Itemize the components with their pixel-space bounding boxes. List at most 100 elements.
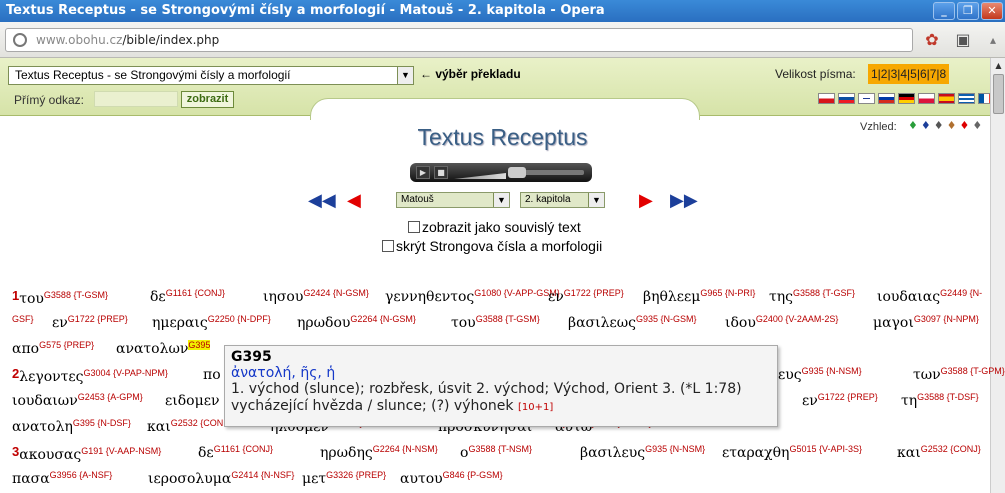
continuous-text-checkbox[interactable]: zobrazit jako souvislý text bbox=[408, 219, 581, 235]
strong-code-link[interactable]: G2264 {N-NSM} bbox=[373, 444, 438, 454]
greek-word-text: απο bbox=[12, 341, 40, 357]
volume-icon[interactable] bbox=[454, 173, 506, 179]
strong-code-link[interactable]: G3588 {T-GSF} bbox=[793, 288, 855, 298]
greek-word-text: ιησου bbox=[263, 289, 304, 305]
strong-code-link[interactable]: G3588 {T-GSM} bbox=[44, 290, 108, 300]
greek-word-text: πασα bbox=[12, 471, 50, 487]
strong-code-link[interactable]: G2532 {CON bbox=[171, 418, 224, 428]
strong-code-link[interactable]: G2414 {N-NSF} bbox=[231, 470, 294, 480]
checkbox-icon[interactable] bbox=[408, 221, 420, 233]
scroll-up-icon[interactable]: ▲ bbox=[991, 58, 1005, 73]
strong-code-link[interactable]: G575 {PREP} bbox=[39, 340, 94, 350]
greek-word: δεG1161 {CONJ} bbox=[150, 288, 225, 305]
strong-code-link[interactable]: G3588 {T-GSM} bbox=[476, 314, 540, 324]
strong-code-link[interactable]: G935 {N-NSM} bbox=[645, 444, 705, 454]
panel-toggle-icon[interactable]: ▴ bbox=[982, 29, 1004, 51]
greek-word: 3ακουσαςG191 {V-AAP-NSM} bbox=[12, 444, 161, 463]
greek-word: τωνG3588 {T-GPM} bbox=[913, 366, 1005, 383]
chevron-down-icon: ▼ bbox=[397, 67, 413, 84]
address-bar[interactable]: www.obohu.cz/bible/index.php bbox=[5, 28, 913, 52]
strong-code-link[interactable]: G846 {P-GSM} bbox=[443, 470, 503, 480]
tooltip-ref: [10+1] bbox=[517, 402, 554, 413]
flag-gb-icon[interactable] bbox=[858, 93, 875, 104]
next-chapter-icon[interactable]: ▶ bbox=[639, 190, 653, 211]
strong-code-link[interactable]: G2532 {CONJ} bbox=[921, 444, 981, 454]
progress-handle[interactable] bbox=[508, 167, 526, 178]
strong-code-link[interactable]: G1080 {V-APP-GSM} bbox=[474, 288, 560, 298]
strong-code-link[interactable]: G1722 {PREP} bbox=[68, 314, 128, 324]
restore-button[interactable]: ❐ bbox=[957, 2, 979, 20]
greek-word-text: αυτου bbox=[400, 471, 443, 487]
verse-line-2: GSF} ενG1722 {PREP} ημεραιςG2250 {N-DPF} ηρ… bbox=[0, 314, 1005, 340]
close-button[interactable]: ✕ bbox=[981, 2, 1003, 20]
greek-word-text: της bbox=[769, 289, 793, 305]
first-chapter-icon[interactable]: ◀◀ bbox=[308, 190, 336, 211]
strong-code-link[interactable]: G3588 {T-DSF} bbox=[917, 392, 979, 402]
language-flags bbox=[818, 93, 995, 104]
font-size-options[interactable]: 1|2|3|4|5|6|7|8 bbox=[868, 64, 950, 84]
strong-code-link[interactable]: G935 {N-GSM} bbox=[636, 314, 697, 324]
flag-ru-icon[interactable] bbox=[878, 93, 895, 104]
last-chapter-icon[interactable]: ▶▶ bbox=[670, 190, 698, 211]
strong-code-link[interactable]: G395 bbox=[188, 340, 211, 350]
strong-code-link[interactable]: G5015 {V-API-3S} bbox=[789, 444, 862, 454]
greek-word-text: και bbox=[147, 419, 171, 435]
strong-code-link[interactable]: G395 {N-DSF} bbox=[73, 418, 131, 428]
show-button[interactable]: zobrazit bbox=[181, 91, 234, 108]
chevron-down-icon: ▼ bbox=[493, 193, 509, 207]
strong-code-link[interactable]: G3588 {T-NSM} bbox=[468, 444, 532, 454]
speed-dial-icon[interactable]: ▣ bbox=[952, 29, 974, 51]
strong-code-link[interactable]: G935 {N-NSM} bbox=[802, 366, 862, 376]
strong-code-link[interactable]: G3588 {T-GPM} bbox=[941, 366, 1005, 376]
greek-word: ιουδαιαςG2449 {N- bbox=[877, 288, 982, 305]
strong-code-link[interactable]: GSF} bbox=[12, 314, 34, 324]
greek-word: βασιλεωςG935 {N-GSM} bbox=[568, 314, 697, 331]
minimize-button[interactable]: _ bbox=[933, 2, 955, 20]
greek-word-text: ακουσας bbox=[19, 447, 82, 463]
strong-code-link[interactable]: G1722 {PREP} bbox=[818, 392, 878, 402]
opera-menu-icon[interactable]: ✿ bbox=[921, 29, 943, 51]
strong-code-link[interactable]: G2250 {N-DPF} bbox=[208, 314, 271, 324]
strong-code-link[interactable]: G3097 {N-NPM} bbox=[914, 314, 979, 324]
flag-es-icon[interactable] bbox=[938, 93, 955, 104]
strong-code-link[interactable]: G3956 {A-NSF} bbox=[50, 470, 113, 480]
chapter-select[interactable]: 2. kapitola ▼ bbox=[520, 192, 605, 208]
checkbox-icon[interactable] bbox=[382, 240, 394, 252]
flag-cz-icon[interactable] bbox=[818, 93, 835, 104]
prev-chapter-icon[interactable]: ◀ bbox=[347, 190, 361, 211]
strong-code-link[interactable]: G1161 {CONJ} bbox=[166, 288, 225, 298]
translation-select[interactable]: Textus Receptus - se Strongovými čísly a… bbox=[8, 66, 414, 85]
strong-code-link[interactable]: G2264 {N-GSM} bbox=[350, 314, 416, 324]
chevron-down-icon: ▼ bbox=[588, 193, 604, 207]
direct-link-input[interactable] bbox=[94, 91, 178, 107]
greek-word: καιG2532 {CON bbox=[147, 418, 223, 435]
scroll-thumb[interactable] bbox=[993, 74, 1004, 114]
play-icon[interactable]: ▶ bbox=[416, 166, 430, 179]
verse-line-1: 1τουG3588 {T-GSM} δεG1161 {CONJ} ιησουG242… bbox=[0, 288, 1005, 314]
font-size-label: Velikost písma: bbox=[775, 67, 856, 81]
flag-pl-icon[interactable] bbox=[918, 93, 935, 104]
strong-code-link[interactable]: G1161 {CONJ} bbox=[214, 444, 273, 454]
tooltip-definition-2: vycházející hvězda / slunce; (?) výhonek bbox=[231, 398, 514, 414]
strong-code-link[interactable]: G2424 {N-GSM} bbox=[303, 288, 369, 298]
strong-code-link[interactable]: G1722 {PREP} bbox=[564, 288, 624, 298]
url-host: www.obohu.cz bbox=[36, 33, 123, 47]
strong-code-link[interactable]: G3004 {V-PAP-NPM} bbox=[84, 368, 168, 378]
flag-sk-icon[interactable] bbox=[838, 93, 855, 104]
hide-strong-checkbox[interactable]: skrýt Strongova čísla a morfologii bbox=[382, 238, 602, 254]
strong-code-link[interactable]: G965 {N-PRI} bbox=[700, 288, 755, 298]
strong-code-link[interactable]: G191 {V-AAP-NSM} bbox=[81, 446, 161, 456]
stop-icon[interactable]: ■ bbox=[434, 166, 448, 179]
strong-code-link[interactable]: G2400 {V-2AAM-2S} bbox=[756, 314, 839, 324]
greek-word: 2λεγοντεςG3004 {V-PAP-NPM} bbox=[12, 366, 168, 385]
book-select[interactable]: Matouš ▼ bbox=[396, 192, 510, 208]
greek-word-text: ημεραις bbox=[152, 315, 208, 331]
strong-code-link[interactable]: G3326 {PREP} bbox=[326, 470, 386, 480]
strong-code-link[interactable]: G2453 {A-GPM} bbox=[78, 392, 143, 402]
flag-gr-icon[interactable] bbox=[958, 93, 975, 104]
strong-code-link[interactable]: G2449 {N- bbox=[940, 288, 982, 298]
window-title: Textus Receptus - se Strongovými čísly a… bbox=[6, 3, 605, 18]
page-title: Textus Receptus bbox=[417, 124, 588, 150]
flag-de-icon[interactable] bbox=[898, 93, 915, 104]
greek-word: ανατοληG395 {N-DSF} bbox=[12, 418, 131, 435]
